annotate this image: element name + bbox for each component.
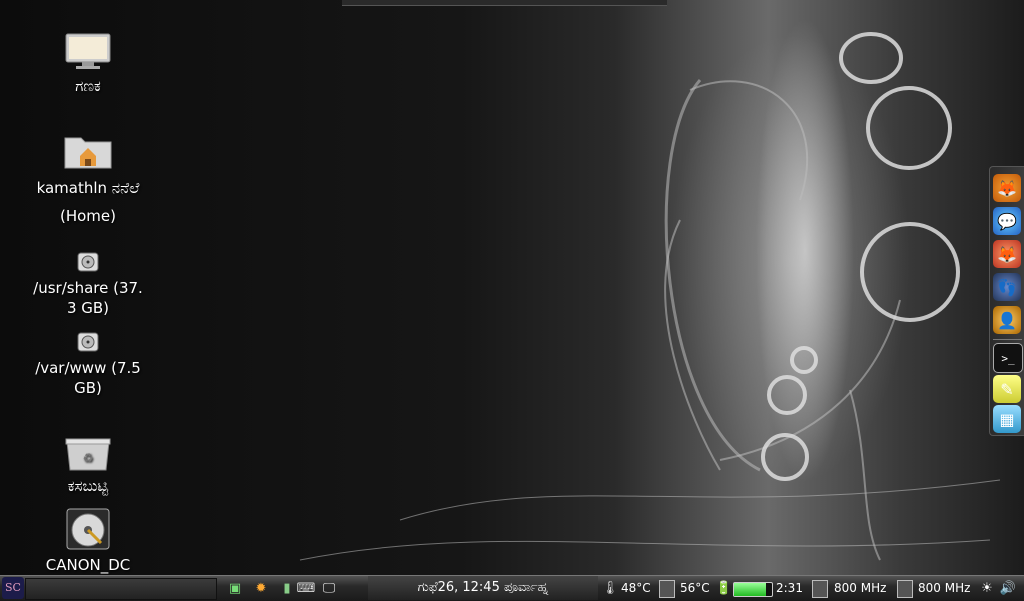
monitor-icon (65, 33, 111, 69)
desktop-icon-usr-share[interactable]: /usr/share (37. 3 GB) (23, 250, 153, 318)
terminal-icon[interactable]: >_ (993, 343, 1023, 373)
bottom-panel: SC ▣ ✹ ▮ ⌨ 🖵 ಗುಫೆ26, 12:45 ಪೂರ್ವಾಹ್ನ 🌡 4… (0, 575, 1024, 601)
desktop-icon-label: kamathln ನನೆಲೆ (Home) (36, 179, 140, 225)
desktop-wallpaper (0, 0, 1024, 600)
trash-icon: ♻ (65, 438, 111, 471)
volume-icon[interactable]: 🔊 (998, 579, 1018, 597)
battery-tray-icon[interactable]: ▮ (277, 579, 297, 597)
battery-meter[interactable] (733, 582, 773, 597)
power-plug-icon: 🔋 (715, 580, 733, 596)
cpu-chip-icon (812, 580, 828, 598)
desktop-icon-computer[interactable]: ಗಣಕ (23, 32, 153, 96)
cpu-frequency-2: 800 MHz (918, 581, 971, 595)
gpu-temperature: 56°C (680, 581, 710, 595)
clock[interactable]: ಗುಫೆ26, 12:45 ಪೂರ್ವಾಹ್ನ (368, 576, 598, 600)
svg-text:♻: ♻ (83, 451, 94, 465)
application-dock: 🦊 💬 🦊 👣 👤 >_ ✎ ▦ (989, 166, 1024, 436)
display-icon[interactable]: 🖵 (319, 579, 339, 597)
firefox-icon[interactable]: 🦊 (993, 240, 1021, 268)
desktop-icon-var-www[interactable]: /var/www (7.5 GB) (23, 330, 153, 398)
taskbar[interactable] (25, 578, 217, 600)
feet-icon[interactable]: 👣 (993, 273, 1021, 301)
desktop-icon-trash[interactable]: ♻ ಕಸಬುಟ್ಟಿ (23, 436, 153, 496)
hard-drive-icon (77, 332, 99, 352)
network-icon[interactable]: ▣ (225, 579, 245, 597)
keyboard-icon[interactable]: ⌨ (296, 579, 316, 597)
thermometer-icon: 🌡 (601, 580, 619, 596)
desktop-icon-label: ಗಣಕ (75, 77, 101, 95)
image-viewer-icon[interactable]: ▦ (993, 405, 1021, 433)
gimp-icon[interactable]: 🦊 (993, 174, 1021, 202)
battery-time: 2:31 (776, 581, 803, 595)
update-icon[interactable]: ✹ (251, 579, 271, 597)
removable-disk-icon (66, 508, 110, 550)
cpu-temperature: 48°C (621, 581, 651, 595)
main-menu-button[interactable]: SC (2, 577, 24, 599)
cpu-chip-icon (897, 580, 913, 598)
notes-icon[interactable]: ✎ (993, 375, 1021, 403)
chat-icon[interactable]: 💬 (993, 207, 1021, 235)
desktop-icon-label: /var/www (7.5 GB) (35, 359, 141, 397)
brightness-icon[interactable]: ☀ (977, 579, 997, 597)
desktop-icon-canon[interactable]: CANON_DC (23, 507, 153, 575)
desktop-icon-label: CANON_DC (45, 556, 131, 574)
desktop-icon-label: ಕಸಬುಟ್ಟಿ (67, 477, 109, 495)
home-folder-icon (64, 137, 112, 169)
desktop-icon-home[interactable]: kamathln ನನೆಲೆ (Home) (23, 130, 153, 230)
desktop-icon-label: /usr/share (37. 3 GB) (33, 279, 143, 317)
top-panel-strip (342, 0, 667, 6)
hard-drive-icon (77, 252, 99, 272)
cpu-frequency-1: 800 MHz (834, 581, 887, 595)
user-icon[interactable]: 👤 (993, 306, 1021, 334)
chip-icon (659, 580, 675, 598)
